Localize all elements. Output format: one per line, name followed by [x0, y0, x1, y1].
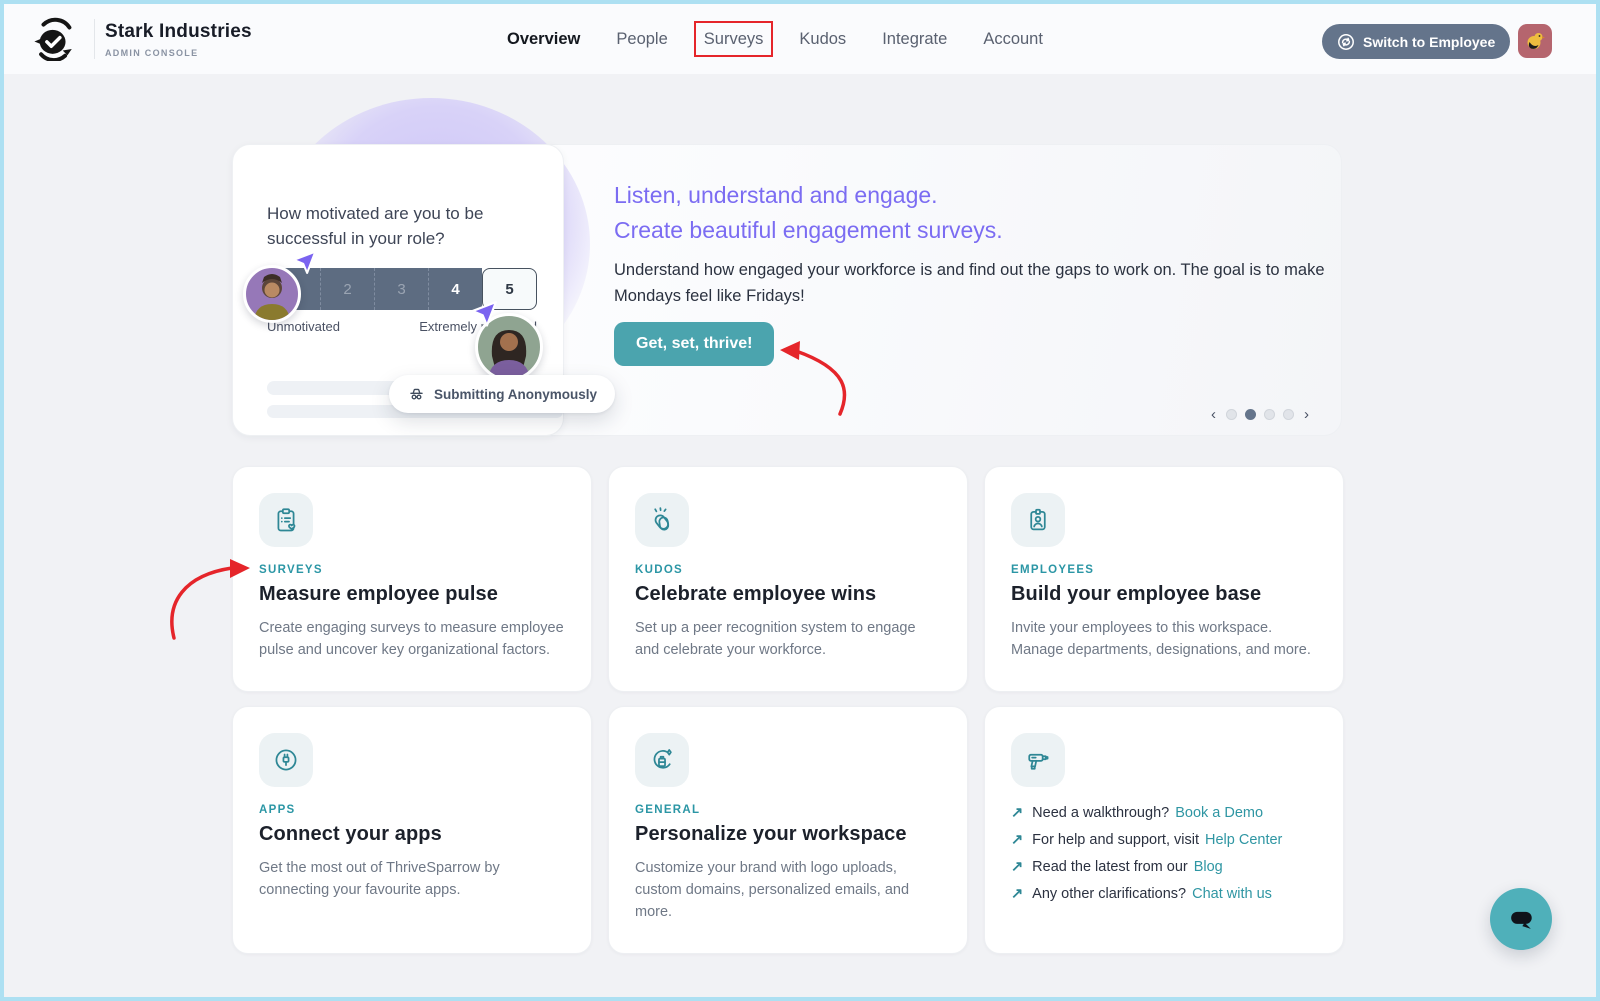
help-link-blog: Read the latest from our Blog	[1011, 859, 1317, 875]
hero-headline-line2: Create beautiful engagement surveys.	[614, 213, 1003, 248]
incognito-icon	[407, 385, 426, 404]
card-description: Get the most out of ThriveSparrow by con…	[259, 857, 565, 901]
card-employees: EMPLOYEES Build your employee base Invit…	[984, 466, 1344, 692]
card-general: GENERAL Personalize your workspace Custo…	[608, 706, 968, 954]
card-kudos: KUDOS Celebrate employee wins Set up a p…	[608, 466, 968, 692]
anonymous-pill: Submitting Anonymously	[389, 375, 615, 413]
chat-with-us-link[interactable]: Chat with us	[1192, 886, 1272, 902]
carousel-next-icon[interactable]	[1302, 407, 1311, 422]
primary-nav: Overview People Surveys Kudos Integrate …	[507, 4, 1043, 74]
top-bar: Stark Industries ADMIN CONSOLE Overview …	[4, 4, 1596, 74]
hero-headline-line1: Listen, understand and engage.	[614, 178, 1003, 213]
hero-carousel-controls	[1209, 403, 1311, 425]
north-east-arrow-icon	[1011, 859, 1023, 875]
id-badge-icon	[1011, 493, 1065, 547]
nav-item-surveys[interactable]: Surveys	[704, 30, 764, 49]
help-link-text: Read the latest from our	[1032, 859, 1188, 875]
drill-icon	[1011, 733, 1065, 787]
console-subtitle: ADMIN CONSOLE	[105, 48, 252, 58]
get-set-thrive-button[interactable]: Get, set, thrive!	[614, 322, 774, 366]
help-link-text: For help and support, visit	[1032, 832, 1199, 848]
card-eyebrow: KUDOS	[635, 564, 941, 576]
help-link-demo: Need a walkthrough? Book a Demo	[1011, 805, 1317, 821]
help-link-text: Any other clarifications?	[1032, 886, 1186, 902]
nav-item-overview[interactable]: Overview	[507, 30, 580, 49]
carousel-dot-1[interactable]	[1226, 409, 1237, 420]
nav-item-people[interactable]: People	[616, 30, 667, 49]
switch-to-employee-button[interactable]: Switch to Employee	[1322, 24, 1510, 59]
help-link-chat: Any other clarifications? Chat with us	[1011, 886, 1317, 902]
cursor-pointer-icon	[467, 298, 500, 331]
carousel-dot-3[interactable]	[1264, 409, 1275, 420]
card-eyebrow: SURVEYS	[259, 564, 565, 576]
nav-item-integrate[interactable]: Integrate	[882, 30, 947, 49]
app-window: Stark Industries ADMIN CONSOLE Overview …	[0, 0, 1600, 1001]
user-avatar[interactable]	[1518, 24, 1552, 58]
card-description: Customize your brand with logo uploads, …	[635, 857, 941, 923]
card-title: Celebrate employee wins	[635, 583, 941, 606]
nav-item-kudos[interactable]: Kudos	[799, 30, 846, 49]
carousel-prev-icon[interactable]	[1209, 407, 1218, 422]
spray-paint-icon	[635, 733, 689, 787]
card-title: Personalize your workspace	[635, 823, 941, 846]
card-description: Set up a peer recognition system to enga…	[635, 617, 941, 661]
north-east-arrow-icon	[1011, 832, 1023, 848]
card-title: Build your employee base	[1011, 583, 1317, 606]
carousel-dot-4[interactable]	[1283, 409, 1294, 420]
card-title: Connect your apps	[259, 823, 565, 846]
chat-launcher-button[interactable]	[1490, 888, 1552, 950]
help-link-help-center: For help and support, visit Help Center	[1011, 832, 1317, 848]
workspace-name: Stark Industries	[105, 21, 252, 43]
card-description: Invite your employees to this workspace.…	[1011, 617, 1317, 661]
blog-link[interactable]: Blog	[1194, 859, 1223, 875]
illustration-question: How motivated are you to be successful i…	[267, 201, 519, 251]
cursor-pointer-icon	[289, 248, 319, 278]
card-title: Measure employee pulse	[259, 583, 565, 606]
sparrow-check-logo-icon	[32, 15, 78, 61]
card-eyebrow: GENERAL	[635, 804, 941, 816]
help-links-list: Need a walkthrough? Book a Demo For help…	[1011, 805, 1317, 902]
brand-block: Stark Industries ADMIN CONSOLE	[105, 21, 252, 58]
card-surveys: SURVEYS Measure employee pulse Create en…	[232, 466, 592, 692]
plug-icon	[259, 733, 313, 787]
anonymous-pill-label: Submitting Anonymously	[434, 387, 597, 402]
switch-arrows-icon	[1337, 33, 1355, 51]
book-a-demo-link[interactable]: Book a Demo	[1175, 805, 1263, 821]
scale-cell-2: 2	[321, 268, 375, 310]
card-eyebrow: APPS	[259, 804, 565, 816]
survey-illustration-card: How motivated are you to be successful i…	[232, 144, 564, 436]
card-apps: APPS Connect your apps Get the most out …	[232, 706, 592, 954]
clipboard-heart-icon	[259, 493, 313, 547]
help-link-text: Need a walkthrough?	[1032, 805, 1169, 821]
help-center-link[interactable]: Help Center	[1205, 832, 1282, 848]
north-east-arrow-icon	[1011, 805, 1023, 821]
bird-avatar-icon	[1523, 29, 1547, 53]
switch-to-employee-label: Switch to Employee	[1363, 34, 1495, 50]
card-description: Create engaging surveys to measure emplo…	[259, 617, 565, 661]
clapping-hands-icon	[635, 493, 689, 547]
hero-body-text: Understand how engaged your workforce is…	[614, 257, 1326, 309]
annotation-box-surveys	[694, 21, 774, 57]
card-eyebrow: EMPLOYEES	[1011, 564, 1317, 576]
carousel-dot-2-active[interactable]	[1245, 409, 1256, 420]
scale-cell-3: 3	[375, 268, 429, 310]
north-east-arrow-icon	[1011, 886, 1023, 902]
nav-item-account[interactable]: Account	[983, 30, 1043, 49]
chat-bubble-icon	[1504, 902, 1538, 936]
brand-divider	[94, 19, 95, 59]
hero-headline: Listen, understand and engage. Create be…	[614, 178, 1003, 248]
card-help-resources: Need a walkthrough? Book a Demo For help…	[984, 706, 1344, 954]
